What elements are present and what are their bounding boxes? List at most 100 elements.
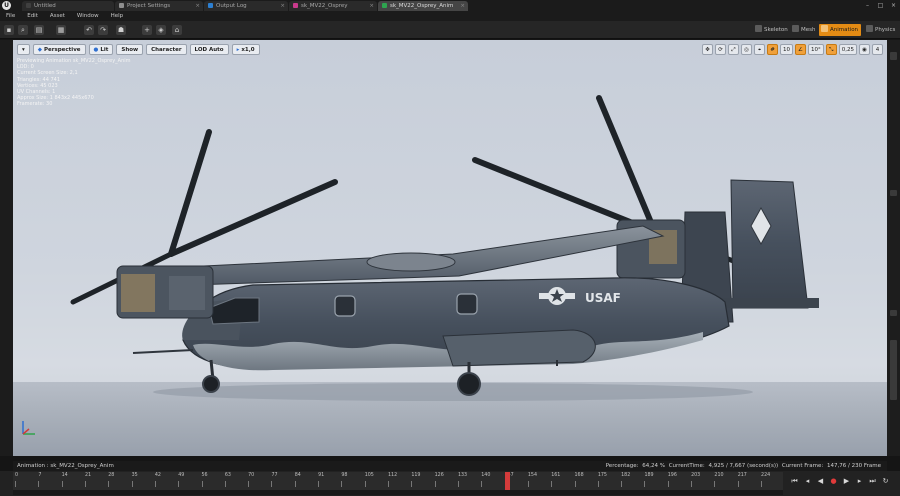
timeline-tick xyxy=(271,481,273,487)
menu-help[interactable]: Help xyxy=(105,11,130,21)
menu-window[interactable]: Window xyxy=(71,11,105,21)
timeline-tick xyxy=(84,481,86,487)
timeline-tick-label: 196 xyxy=(667,473,677,478)
current-frame-label: Current Frame: xyxy=(781,463,824,469)
timeline-tick-label: 63 xyxy=(224,473,231,478)
skip-end-icon[interactable]: ⏭ xyxy=(868,477,877,486)
tab-untitled[interactable]: Untitled xyxy=(22,1,114,11)
home-icon[interactable]: ⌂ xyxy=(172,25,182,35)
reverse-icon[interactable]: ◀ xyxy=(816,477,825,486)
panel-scrollbar[interactable] xyxy=(890,310,897,316)
record-icon[interactable]: ● xyxy=(829,477,838,486)
playback-controls: ⏮ ◂ ◀ ● ▶ ▸ ⏭ ↻ xyxy=(790,475,890,487)
close-window-icon[interactable]: × xyxy=(887,0,900,11)
viewport-transform-toolbar: ✥ ⟳ ⤢ ◎ ⌖ # 10 ∠ 10° ⤡ 0,25 ◉ 4 xyxy=(702,44,883,55)
main-wheel xyxy=(457,372,481,396)
lod-button[interactable]: LOD Auto xyxy=(189,44,229,55)
mode-physics[interactable]: Physics xyxy=(864,24,898,36)
world-local-icon[interactable]: ◎ xyxy=(741,44,752,55)
rotation-snap-icon[interactable]: ∠ xyxy=(795,44,806,55)
maximize-icon[interactable]: □ xyxy=(874,0,887,11)
menu-edit[interactable]: Edit xyxy=(21,11,44,21)
timeline-tick xyxy=(644,481,646,487)
animation-icon xyxy=(382,3,387,8)
panel-scrollbar[interactable] xyxy=(890,190,897,196)
playback-speed-button[interactable]: ▸ x1,0 xyxy=(231,44,260,55)
close-icon[interactable]: × xyxy=(195,1,200,11)
timeline-track xyxy=(13,490,783,495)
panel-scrollbar[interactable] xyxy=(890,52,897,60)
tab-output-log[interactable]: Output Log × xyxy=(204,1,288,11)
undo-icon[interactable]: ↶ xyxy=(84,25,94,35)
timeline-scrubber[interactable] xyxy=(505,472,511,490)
scale-snap-value[interactable]: 0,25 xyxy=(838,44,857,55)
save-icon[interactable]: ▪ xyxy=(4,25,14,35)
timeline-tick-label: 0 xyxy=(15,473,19,478)
tab-project-settings[interactable]: Project Settings × xyxy=(115,1,203,11)
minimize-icon[interactable]: – xyxy=(861,0,874,11)
menu-file[interactable]: File xyxy=(0,11,21,21)
add-icon[interactable]: + xyxy=(142,25,152,35)
grid-snap-icon[interactable]: # xyxy=(767,44,778,55)
timeline-tick-label: 21 xyxy=(84,473,92,478)
timeline-ruler[interactable]: 0 7 14 21 28 35 42 49 56 63 70 77 84 91 98 105 112 119 126… xyxy=(13,472,783,490)
panel-scrollbar[interactable] xyxy=(890,340,897,400)
rotation-snap-value[interactable]: 10° xyxy=(808,44,824,55)
camera-speed-value[interactable]: 4 xyxy=(872,44,883,55)
redo-icon[interactable]: ↷ xyxy=(98,25,108,35)
timeline-tick-label: 35 xyxy=(131,473,138,478)
mode-mesh[interactable]: Mesh xyxy=(790,24,818,36)
timeline-tick-label: 49 xyxy=(178,473,185,478)
timeline-tick xyxy=(318,481,320,487)
surface-snap-icon[interactable]: ⌖ xyxy=(754,44,765,55)
viewport-toolbar: ▾ ◆ Perspective ● Lit Show Character LOD A… xyxy=(17,44,260,55)
scale-icon[interactable]: ⤢ xyxy=(728,44,739,55)
skip-start-icon[interactable]: ⏮ xyxy=(790,477,799,486)
grid-snap-value[interactable]: 10 xyxy=(780,44,793,55)
timeline-tick-label: 189 xyxy=(644,473,654,478)
timeline-tick xyxy=(411,481,413,487)
step-back-icon[interactable]: ◂ xyxy=(803,477,812,486)
show-button[interactable]: Show xyxy=(116,44,144,55)
character-button[interactable]: Character xyxy=(146,44,187,55)
close-icon[interactable]: × xyxy=(460,1,465,11)
mode-skeleton[interactable]: Skeleton xyxy=(753,24,791,36)
timeline-tick xyxy=(527,481,529,487)
camera-speed-icon[interactable]: ◉ xyxy=(859,44,870,55)
timeline-tick xyxy=(178,481,180,487)
tab-skeleton-asset[interactable]: sk_MV22_Osprey × xyxy=(289,1,377,11)
mode-animation[interactable]: Animation xyxy=(819,24,862,36)
translate-icon[interactable]: ✥ xyxy=(702,44,713,55)
close-icon[interactable]: × xyxy=(369,1,374,11)
timeline-tick-label: 91 xyxy=(318,473,325,478)
play-icon[interactable]: ▶ xyxy=(842,477,851,486)
tab-animation-asset[interactable]: sk_MV22_Osprey_Anim × xyxy=(378,1,468,11)
step-forward-icon[interactable]: ▸ xyxy=(855,477,864,486)
timeline-tick xyxy=(621,481,623,487)
window-controls: – □ × xyxy=(861,0,900,11)
browse-icon[interactable]: ⌕ xyxy=(18,25,28,35)
speed-icon: ▸ xyxy=(236,47,240,53)
reimport-icon[interactable]: ▤ xyxy=(34,25,44,35)
mesh-mode-icon xyxy=(792,25,799,32)
timeline-tick-label: 133 xyxy=(457,473,468,478)
timeline-tick-label: 105 xyxy=(364,473,374,478)
sponson xyxy=(442,329,596,367)
scale-snap-icon[interactable]: ⤡ xyxy=(825,44,837,55)
front-rotor-blade xyxy=(168,179,338,257)
timeline-tick-label: 7 xyxy=(38,473,42,478)
timeline-tick xyxy=(714,481,716,487)
menu-asset[interactable]: Asset xyxy=(44,11,71,21)
front-rotor-blade xyxy=(168,129,212,257)
viewport-options-button[interactable]: ▾ xyxy=(17,44,30,55)
perspective-button[interactable]: ◆ Perspective xyxy=(32,44,86,55)
close-icon[interactable]: × xyxy=(280,1,285,11)
preview-mesh-icon[interactable]: ☗ xyxy=(116,25,126,35)
loop-icon[interactable]: ↻ xyxy=(881,477,890,486)
physics-icon[interactable]: ◈ xyxy=(156,25,166,35)
create-asset-icon[interactable]: ▦ xyxy=(56,25,66,35)
lit-button[interactable]: ● Lit xyxy=(88,44,114,55)
viewport[interactable]: USAF ▾ ◆ Perspective ● Lit Show Character … xyxy=(13,40,887,456)
stats-line: Framerate: 30 xyxy=(17,101,53,108)
rotate-icon[interactable]: ⟳ xyxy=(715,44,726,55)
